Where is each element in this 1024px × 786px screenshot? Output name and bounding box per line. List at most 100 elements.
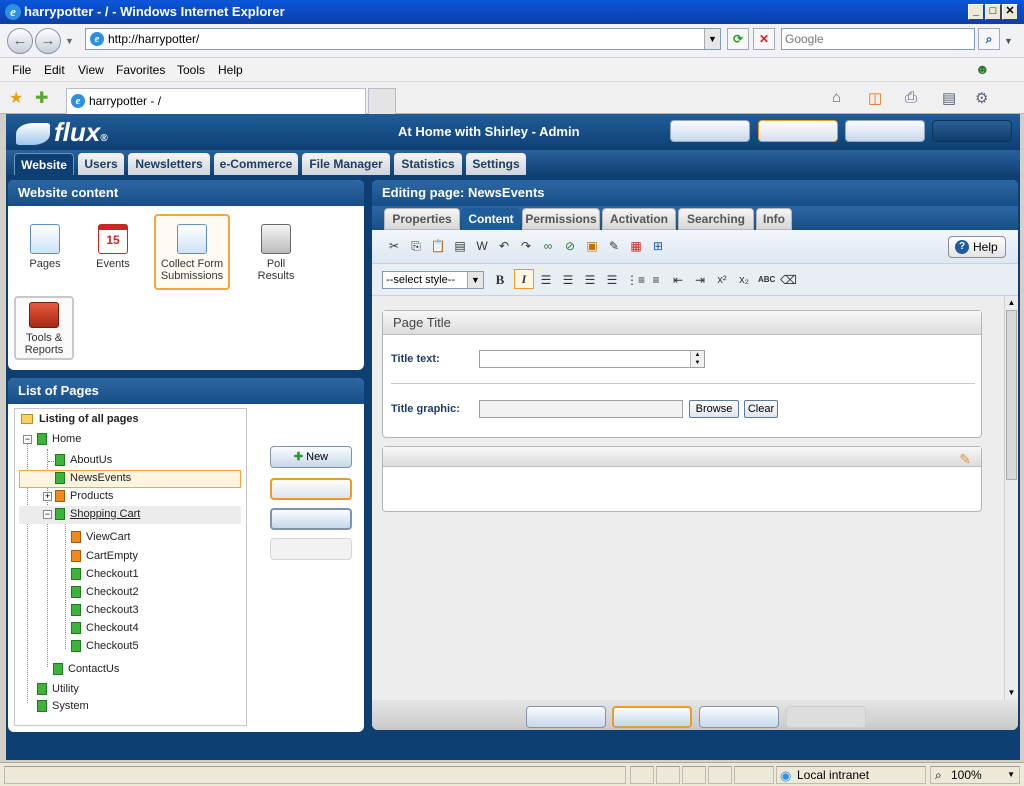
copy-icon[interactable]: ⎘ <box>408 238 424 254</box>
poll-results-tile[interactable]: Poll Results <box>240 216 312 290</box>
search-icon[interactable]: ⌕ <box>978 28 1000 50</box>
menu-file[interactable]: File <box>12 63 31 77</box>
menu-help[interactable]: Help <box>218 63 243 77</box>
tree-node-system[interactable]: System <box>37 700 89 713</box>
tree-root[interactable]: Listing of all pages <box>39 413 139 425</box>
menu-view[interactable]: View <box>78 63 104 77</box>
tree-node-checkout4[interactable]: Checkout4 <box>71 622 139 635</box>
add-favorites-icon[interactable]: ✚ <box>35 88 48 108</box>
header-button-1[interactable] <box>670 120 750 142</box>
outdent-icon[interactable]: ⇤ <box>670 272 686 288</box>
new-tab-button[interactable] <box>368 88 396 114</box>
tree-node-utility[interactable]: Utility <box>37 683 79 696</box>
tree-node-checkout5[interactable]: Checkout5 <box>71 640 139 653</box>
tree-node-checkout1[interactable]: Checkout1 <box>71 568 139 581</box>
tab-website[interactable]: Website <box>14 153 74 175</box>
footer-button-2[interactable] <box>612 706 692 728</box>
bold-icon[interactable]: B <box>492 272 508 288</box>
page-action-button-1[interactable] <box>270 478 352 500</box>
tab-content[interactable]: Content <box>462 208 520 230</box>
collect-form-tile[interactable]: Collect Form Submissions <box>154 214 230 290</box>
tab-statistics[interactable]: Statistics <box>394 153 462 175</box>
italic-icon[interactable]: I <box>514 269 534 289</box>
undo-icon[interactable]: ↶ <box>496 238 512 254</box>
back-button[interactable]: ← <box>7 28 33 54</box>
tab-properties[interactable]: Properties <box>384 208 460 230</box>
favorites-star-icon[interactable]: ★ <box>9 88 23 108</box>
collapse-icon[interactable]: − <box>23 435 32 444</box>
page-action-button-2[interactable] <box>270 508 352 530</box>
tree-node-checkout3[interactable]: Checkout3 <box>71 604 139 617</box>
link-icon[interactable]: ∞ <box>540 238 556 254</box>
header-button-2[interactable] <box>758 120 838 142</box>
clear-button[interactable]: Clear <box>744 400 778 418</box>
paste-icon[interactable]: 📋 <box>430 238 446 254</box>
align-left-icon[interactable]: ☰ <box>538 272 554 288</box>
search-input[interactable]: Google <box>781 28 975 50</box>
paste-word-icon[interactable]: W <box>474 238 490 254</box>
zoom-control[interactable]: ⌕ 100% ▼ <box>930 766 1020 784</box>
tree-node-contactus[interactable]: ContactUs <box>53 663 119 676</box>
tree-node-viewcart[interactable]: ViewCart <box>71 531 130 544</box>
feeds-icon[interactable]: ◫ <box>868 89 882 107</box>
spellcheck-icon[interactable]: ABC <box>758 272 775 288</box>
align-center-icon[interactable]: ☰ <box>560 272 576 288</box>
tab-ecommerce[interactable]: e-Commerce <box>214 153 298 175</box>
tab-activation[interactable]: Activation <box>602 208 676 230</box>
bullet-list-icon[interactable]: ⋮≡ <box>626 272 645 288</box>
style-select[interactable]: --select style-- ▼ <box>382 271 484 289</box>
numbered-list-icon[interactable]: ≡ <box>648 272 664 288</box>
image-edit-icon[interactable]: ✎ <box>606 238 622 254</box>
pages-tile[interactable]: Pages <box>9 216 81 290</box>
minimize-button[interactable]: _ <box>968 4 984 20</box>
tab-info[interactable]: Info <box>756 208 792 230</box>
image-icon[interactable]: ▣ <box>584 238 600 254</box>
superscript-icon[interactable]: x² <box>714 272 730 288</box>
unlink-icon[interactable]: ⊘ <box>562 238 578 254</box>
tree-node-shopping-cart[interactable]: Shopping Cart <box>55 508 140 521</box>
title-graphic-input[interactable] <box>479 400 683 418</box>
footer-button-1[interactable] <box>526 706 606 728</box>
history-dropdown-icon[interactable]: ▼ <box>65 36 74 46</box>
help-button[interactable]: ? Help <box>948 236 1006 258</box>
expand-icon[interactable]: + <box>43 492 52 501</box>
tree-node-checkout2[interactable]: Checkout2 <box>71 586 139 599</box>
editor-scroll-thumb[interactable] <box>1006 310 1017 480</box>
editor-scrollbar[interactable]: ▲ ▼ <box>1004 296 1018 700</box>
print-icon[interactable]: ⎙ <box>905 89 917 106</box>
tab-settings[interactable]: Settings <box>466 153 526 175</box>
tab-searching[interactable]: Searching <box>678 208 754 230</box>
media-icon[interactable]: ▦ <box>628 238 644 254</box>
browser-tab-current[interactable]: e harrypotter - / <box>66 88 366 114</box>
spinner-icon[interactable]: ▲ ▼ <box>690 351 704 367</box>
align-right-icon[interactable]: ☰ <box>582 272 598 288</box>
tab-users[interactable]: Users <box>78 153 124 175</box>
footer-button-3[interactable] <box>699 706 779 728</box>
tree-node-products[interactable]: Products <box>55 490 113 503</box>
forward-button[interactable]: → <box>35 28 61 54</box>
edit-pencil-icon[interactable]: ✎ <box>959 447 971 471</box>
messenger-icon[interactable]: ☻ <box>975 61 990 77</box>
close-window-button[interactable]: ✕ <box>1002 4 1018 20</box>
home-icon[interactable]: ⌂ <box>832 89 841 106</box>
tree-node-cartempty[interactable]: CartEmpty <box>71 550 138 563</box>
indent-icon[interactable]: ⇥ <box>692 272 708 288</box>
paste-text-icon[interactable]: ▤ <box>452 238 468 254</box>
cut-icon[interactable]: ✂ <box>386 238 402 254</box>
maximize-button[interactable]: □ <box>985 4 1001 20</box>
eraser-icon[interactable]: ⌫ <box>780 272 797 288</box>
table-icon[interactable]: ⊞ <box>650 238 666 254</box>
refresh-icon[interactable]: ⟳ <box>727 28 749 50</box>
menu-favorites[interactable]: Favorites <box>116 63 165 77</box>
page-menu-icon[interactable]: ▤ <box>942 89 956 107</box>
new-page-button[interactable]: ✚ New <box>270 446 352 468</box>
menu-edit[interactable]: Edit <box>44 63 65 77</box>
tree-scrollbar[interactable]: ▲ ▼ <box>246 409 247 725</box>
tab-permissions[interactable]: Permissions <box>522 208 600 230</box>
tree-node-aboutus[interactable]: AboutUs <box>55 454 112 467</box>
title-text-input[interactable]: ▲ ▼ <box>479 350 705 368</box>
browse-button[interactable]: Browse <box>689 400 739 418</box>
search-options-icon[interactable]: ▼ <box>1004 36 1013 46</box>
tree-node-home[interactable]: Home <box>37 433 81 446</box>
address-bar[interactable]: e http://harrypotter/ ▼ <box>85 28 721 50</box>
